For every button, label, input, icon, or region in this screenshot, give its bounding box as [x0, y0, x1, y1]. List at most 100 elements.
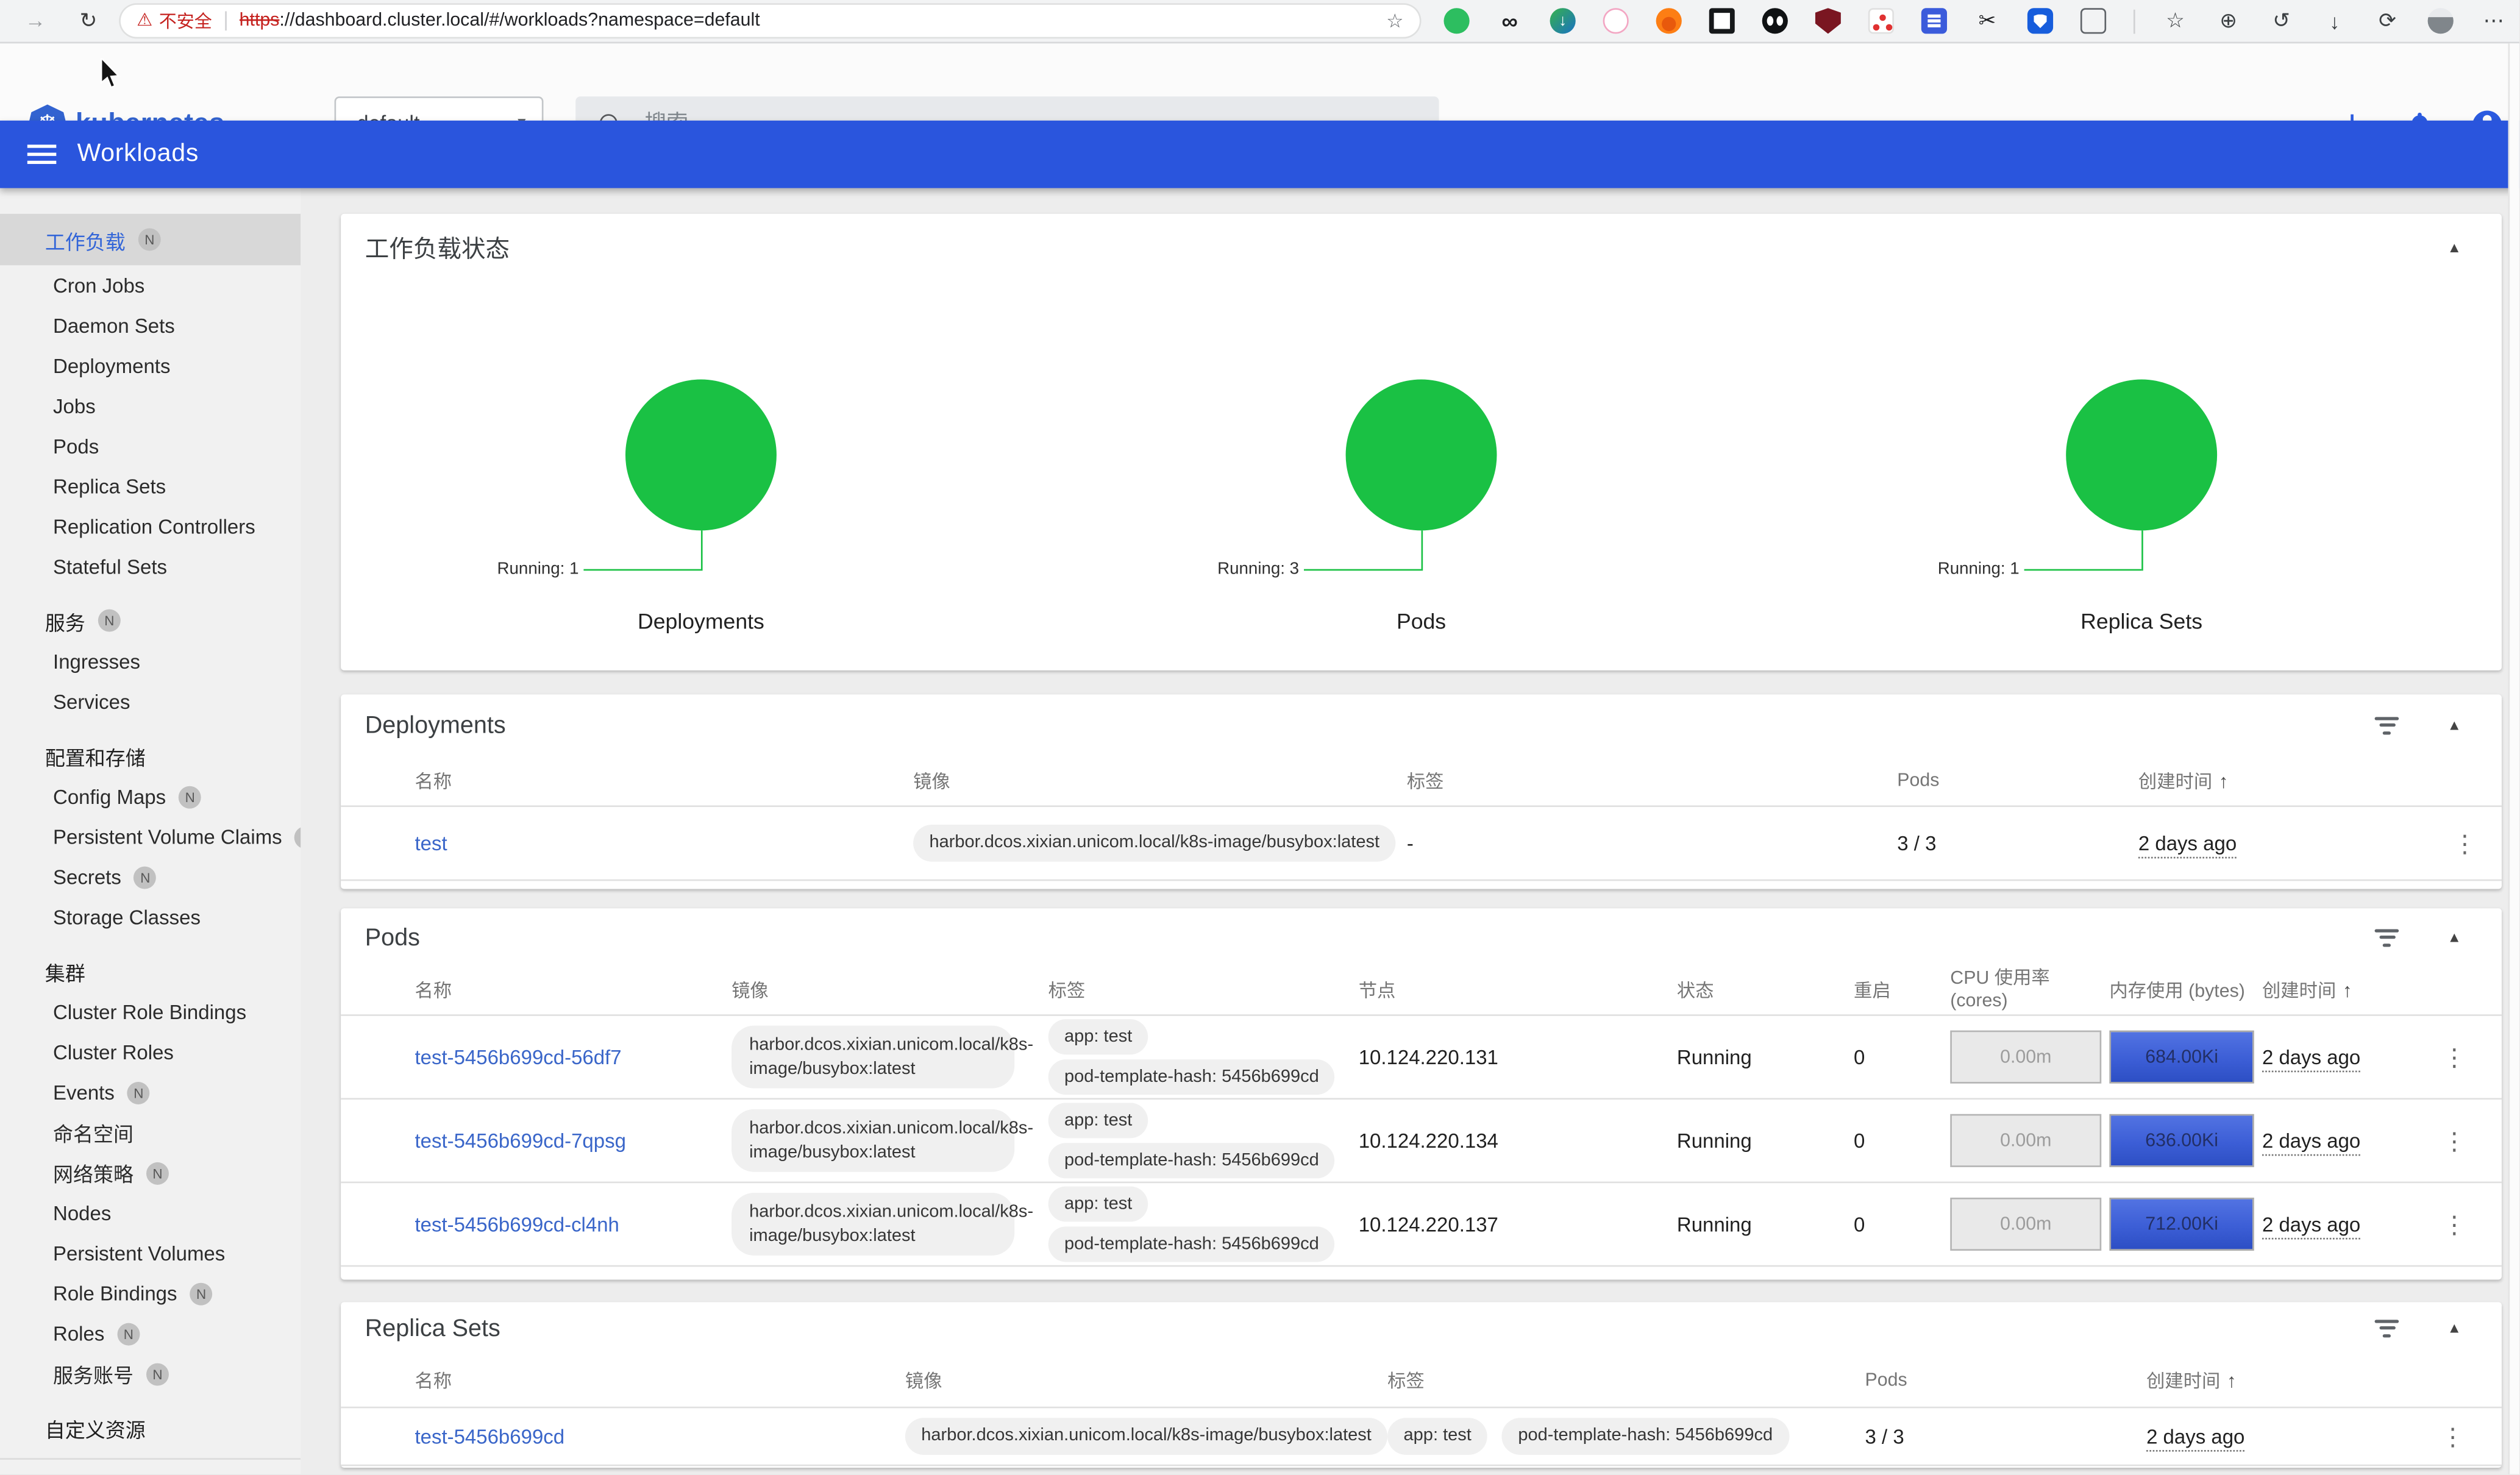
sidebar-item-cluster-roles[interactable]: Cluster Roles	[0, 1032, 301, 1072]
browser-profile-avatar[interactable]	[2428, 8, 2454, 34]
sidebar-item-replica-sets[interactable]: Replica Sets	[0, 466, 301, 506]
replica-set-name-link[interactable]: test-5456b699cd	[415, 1425, 564, 1448]
sidebar-item-deployments[interactable]: Deployments	[0, 346, 301, 386]
puzzle-extensions-icon[interactable]	[2080, 8, 2106, 34]
forward-icon[interactable]: →	[20, 0, 52, 42]
sidebar-item-stateful-sets[interactable]: Stateful Sets	[0, 547, 301, 587]
sidebar-item-pods[interactable]: Pods	[0, 426, 301, 466]
sort-created-header[interactable]: 创建时间↑	[2138, 767, 2428, 793]
sidebar-item-cluster-role-bindings[interactable]: Cluster Role Bindings	[0, 992, 301, 1032]
screen: → ↻ ⚠ 不安全 https://dashboard.cluster.loca…	[0, 0, 2519, 1474]
notes-extension-icon[interactable]	[1921, 8, 1947, 34]
security-warning-icon[interactable]: ⚠	[137, 12, 152, 30]
restarts-cell: 0	[1838, 1046, 1951, 1068]
sidebar-item-daemon-sets[interactable]: Daemon Sets	[0, 305, 301, 346]
sidebar-item-config-maps[interactable]: Config MapsN	[0, 777, 301, 817]
collapse-icon[interactable]: ▲	[2447, 717, 2461, 733]
url-text[interactable]: https://dashboard.cluster.local/#/worklo…	[240, 11, 760, 30]
network-extension-icon[interactable]	[1868, 8, 1894, 34]
security-warning-label[interactable]: 不安全	[159, 8, 212, 34]
deployment-name-link[interactable]: test	[415, 832, 447, 855]
sort-created-header[interactable]: 创建时间↑	[2146, 1367, 2404, 1393]
evernote-extension-icon[interactable]	[1443, 8, 1469, 34]
shield-sync-icon[interactable]: ⟳	[2375, 8, 2401, 34]
collapse-icon[interactable]: ▲	[2447, 929, 2461, 945]
pods-donut	[1346, 379, 1497, 530]
sidebar-item-roles[interactable]: RolesN	[0, 1313, 301, 1354]
sidebar-item-service-accounts[interactable]: 服务账号N	[0, 1354, 301, 1394]
pod-name-link[interactable]: test-5456b699cd-7qpsg	[415, 1129, 625, 1152]
labels-cell: app: test pod-template-hash: 5456b699cd	[1048, 1186, 1359, 1263]
sidebar-item-namespaces[interactable]: 命名空间	[0, 1112, 301, 1153]
row-menu-icon[interactable]: ⋮	[2441, 1422, 2465, 1451]
sidebar-nav: 工作负载N Cron Jobs Daemon Sets Deployments …	[0, 188, 301, 1474]
download-icon[interactable]: ↓	[2322, 8, 2347, 34]
row-menu-icon[interactable]: ⋮	[2453, 829, 2477, 858]
qr-code-extension-icon[interactable]	[1709, 8, 1735, 34]
pod-name-link[interactable]: test-5456b699cd-cl4nh	[415, 1213, 619, 1235]
bookmark-icon[interactable]: ☆	[1386, 10, 1403, 32]
table-header: 名称 镜像 标签 Pods 创建时间↑	[341, 756, 2502, 807]
deployment-row: test harbor.dcos.xixian.unicom.local/k8s…	[341, 807, 2502, 881]
infinity-extension-icon[interactable]: ∞	[1497, 8, 1523, 34]
sidebar-item-jobs[interactable]: Jobs	[0, 386, 301, 426]
sidebar-item-events[interactable]: EventsN	[0, 1072, 301, 1112]
scissors-extension-icon[interactable]: ✂	[1974, 8, 2000, 34]
red-shield-extension-icon[interactable]	[1815, 8, 1841, 34]
sidebar-item-secrets[interactable]: SecretsN	[0, 857, 301, 897]
sidebar-item-workloads[interactable]: 工作负载N	[0, 214, 301, 265]
badge-n: N	[127, 1081, 150, 1104]
card-title: Deployments	[365, 711, 506, 739]
menu-hamburger-icon[interactable]	[27, 144, 56, 164]
panda-extension-icon[interactable]	[1762, 8, 1788, 34]
filter-icon[interactable]	[2375, 1319, 2399, 1337]
sidebar-section-cluster: 集群	[0, 950, 301, 992]
row-menu-icon[interactable]: ⋮	[2442, 1042, 2466, 1071]
sidebar-item-services[interactable]: Services	[0, 681, 301, 722]
badge-n: N	[179, 785, 201, 808]
sidebar-item-persistent-volumes[interactable]: Persistent Volumes	[0, 1233, 301, 1273]
collapse-icon[interactable]: ▲	[2447, 1320, 2461, 1335]
sort-created-header[interactable]: 创建时间↑	[2262, 978, 2407, 1003]
bitwarden-extension-icon[interactable]	[2027, 8, 2053, 34]
collapse-icon[interactable]: ▲	[2447, 240, 2461, 255]
badge-n: N	[138, 229, 161, 251]
sidebar-item-network-policies[interactable]: 网络策略N	[0, 1153, 301, 1193]
sidebar-item-role-bindings[interactable]: Role BindingsN	[0, 1273, 301, 1313]
status-cell: Running	[1677, 1046, 1838, 1068]
reload-icon[interactable]: ↻	[73, 0, 105, 42]
status-charts: Running: 1 Deployments Running: 3 Pods R…	[341, 379, 2502, 633]
copy-add-icon[interactable]: ⊕	[2215, 8, 2241, 34]
address-divider	[225, 11, 227, 30]
pod-name-link[interactable]: test-5456b699cd-56df7	[415, 1046, 621, 1068]
browser-menu-icon[interactable]: ⋯	[2481, 8, 2507, 34]
sidebar-item-nodes[interactable]: Nodes	[0, 1193, 301, 1233]
sidebar-item-storage-classes[interactable]: Storage Classes	[0, 897, 301, 937]
sidebar-item-ingresses[interactable]: Ingresses	[0, 641, 301, 681]
label-chip: app: test	[1387, 1418, 1487, 1454]
sidebar-section-config-storage: 配置和存储	[0, 734, 301, 777]
cat-extension-icon[interactable]	[1603, 8, 1629, 34]
sidebar-item-services-group[interactable]: 服务N	[0, 600, 301, 642]
memory-usage-gauge: 712.00Ki	[2109, 1198, 2254, 1251]
filter-icon[interactable]	[2375, 716, 2399, 734]
page-scrollbar[interactable]	[2508, 43, 2519, 1474]
card-title: Pods	[365, 923, 420, 951]
flame-extension-icon[interactable]	[1656, 8, 1682, 34]
row-menu-icon[interactable]: ⋮	[2442, 1210, 2466, 1239]
idm-extension-icon[interactable]: ↓	[1550, 8, 1576, 34]
sidebar-item-cron-jobs[interactable]: Cron Jobs	[0, 265, 301, 305]
chart-name: Pods	[1397, 610, 1446, 634]
sidebar-item-replication-controllers[interactable]: Replication Controllers	[0, 506, 301, 547]
sidebar-item-persistent-volume-claims[interactable]: Persistent Volume ClaimsN	[0, 817, 301, 857]
image-chip: harbor.dcos.xixian.unicom.local/k8s-imag…	[731, 1109, 1014, 1171]
star-list-icon[interactable]: ☆	[2162, 8, 2188, 34]
address-bar[interactable]: ⚠ 不安全 https://dashboard.cluster.local/#/…	[121, 5, 1420, 37]
row-menu-icon[interactable]: ⋮	[2442, 1126, 2466, 1155]
image-chip: harbor.dcos.xixian.unicom.local/k8s-imag…	[731, 1026, 1014, 1088]
history-icon[interactable]: ↺	[2269, 8, 2294, 34]
badge-n: N	[146, 1162, 169, 1184]
image-chip: harbor.dcos.xixian.unicom.local/k8s-imag…	[913, 825, 1395, 861]
sidebar-divider	[0, 1458, 301, 1460]
filter-icon[interactable]	[2375, 928, 2399, 946]
